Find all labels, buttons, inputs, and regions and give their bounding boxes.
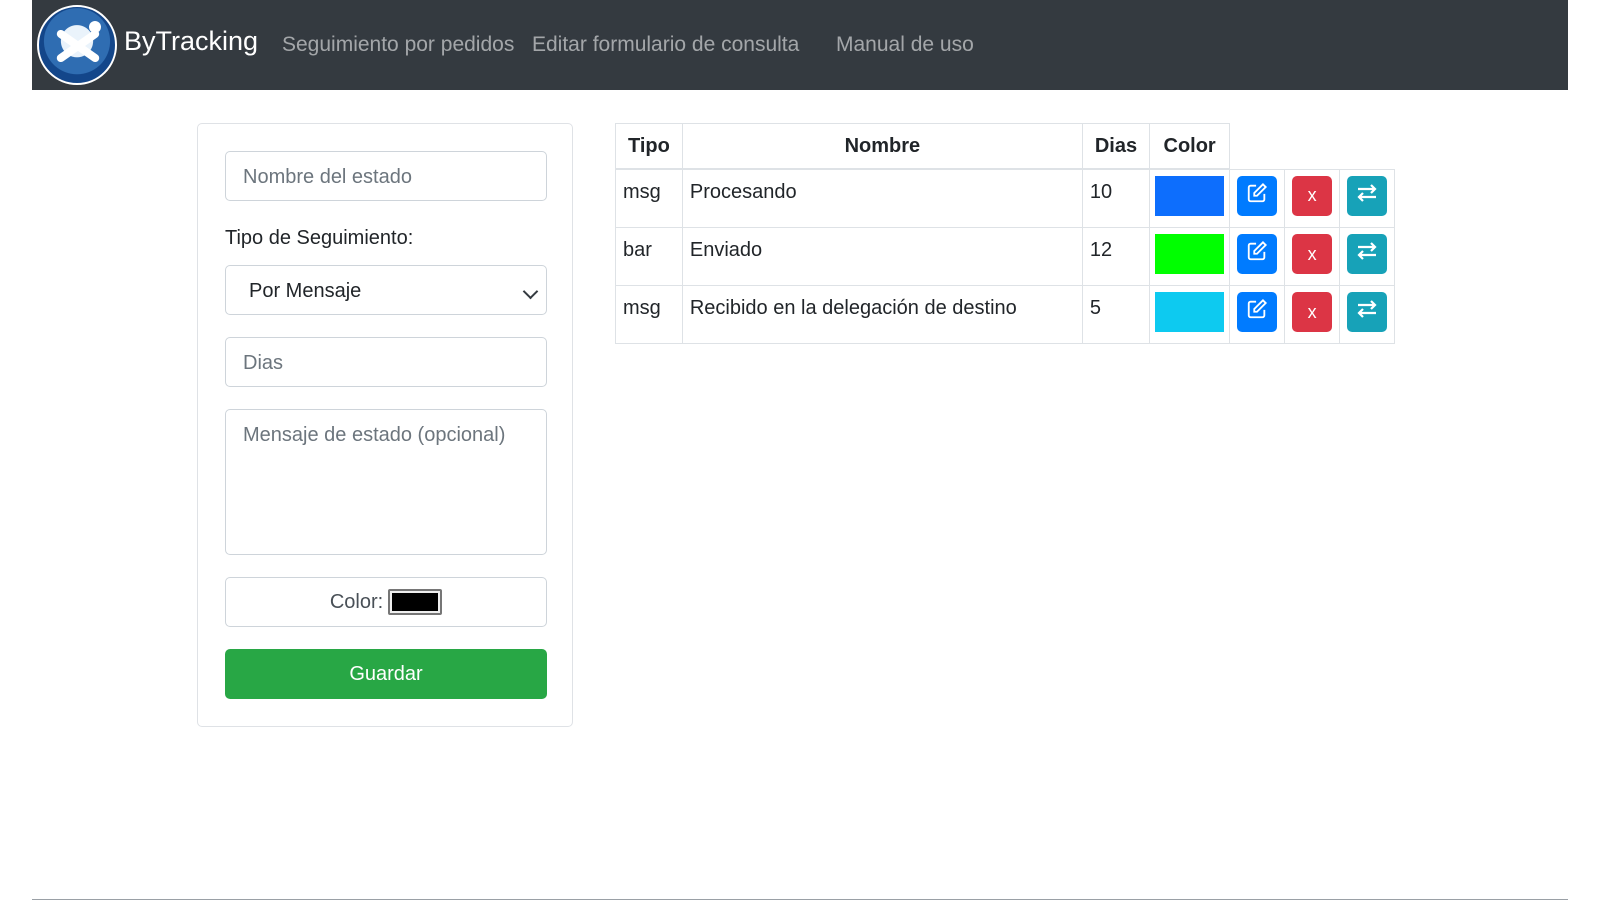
cell-nombre: Recibido en la delegación de destino — [681, 285, 1083, 344]
move-button[interactable] — [1347, 175, 1388, 216]
cell-dias: 10 — [1081, 168, 1151, 228]
cell-color — [1149, 168, 1231, 228]
move-button[interactable] — [1347, 234, 1388, 274]
table-row: bar Enviado 12 x — [615, 227, 1396, 286]
cell-color — [1149, 285, 1231, 344]
delete-button[interactable]: x — [1292, 175, 1333, 216]
dias-input[interactable]: Dias — [225, 337, 547, 387]
edit-icon — [1246, 182, 1268, 210]
swap-arrows-icon — [1355, 182, 1379, 210]
swap-arrows-icon — [1355, 298, 1379, 326]
swap-arrows-icon — [1355, 240, 1379, 268]
table-row: msg Procesando 10 x — [615, 168, 1396, 228]
states-table: Tipo Nombre Dias Color msg Procesando 10… — [615, 123, 1396, 344]
edit-icon — [1246, 240, 1268, 268]
table-header-row: Tipo Nombre Dias Color — [615, 123, 1395, 170]
color-label: Color: — [329, 590, 384, 613]
brand-name[interactable]: ByTracking — [124, 26, 258, 57]
color-picker-input[interactable] — [388, 589, 443, 615]
cell-tipo: msg — [615, 285, 683, 344]
header-tipo: Tipo — [615, 123, 683, 170]
state-name-input[interactable]: Nombre del estado — [225, 151, 547, 201]
edit-button[interactable] — [1237, 292, 1278, 332]
tipo-seguimiento-value: Por Mensaje — [249, 280, 362, 302]
cell-dias: 12 — [1081, 227, 1151, 286]
delete-button[interactable]: x — [1292, 292, 1333, 332]
nav-link-editar-formulario[interactable]: Editar formulario de consulta — [532, 33, 799, 57]
cell-color — [1149, 227, 1231, 286]
header-dias: Dias — [1081, 123, 1151, 170]
save-button[interactable]: Guardar — [225, 649, 547, 699]
color-picker-row: Color: — [225, 577, 547, 627]
tipo-seguimiento-select[interactable]: Por Mensaje — [225, 265, 547, 315]
cell-tipo: msg — [615, 168, 683, 228]
mensaje-textarea[interactable]: Mensaje de estado (opcional) — [225, 409, 547, 555]
nav-link-manual[interactable]: Manual de uso — [836, 33, 974, 57]
header-nombre: Nombre — [681, 123, 1083, 170]
nav-link-seguimiento[interactable]: Seguimiento por pedidos — [282, 33, 514, 57]
navbar: ByTracking Seguimiento por pedidos Edita… — [32, 0, 1568, 90]
state-form-card: Nombre del estado Tipo de Seguimiento: P… — [197, 123, 573, 727]
cell-nombre: Procesando — [681, 168, 1083, 228]
chevron-down-icon — [522, 283, 539, 300]
bytracking-logo-icon[interactable] — [37, 5, 117, 85]
color-swatch — [1155, 292, 1225, 332]
edit-button[interactable] — [1237, 234, 1278, 274]
color-swatch — [1155, 176, 1225, 216]
tipo-seguimiento-label: Tipo de Seguimiento: — [225, 227, 414, 249]
cell-nombre: Enviado — [681, 227, 1083, 286]
cell-tipo: bar — [615, 227, 683, 286]
edit-icon — [1246, 298, 1268, 326]
delete-button[interactable]: x — [1292, 234, 1333, 274]
move-button[interactable] — [1347, 292, 1388, 332]
color-swatch — [1155, 234, 1225, 274]
cell-dias: 5 — [1081, 285, 1151, 344]
table-row: msg Recibido en la delegación de destino… — [615, 285, 1396, 344]
header-color: Color — [1149, 123, 1231, 170]
edit-button[interactable] — [1237, 175, 1278, 216]
